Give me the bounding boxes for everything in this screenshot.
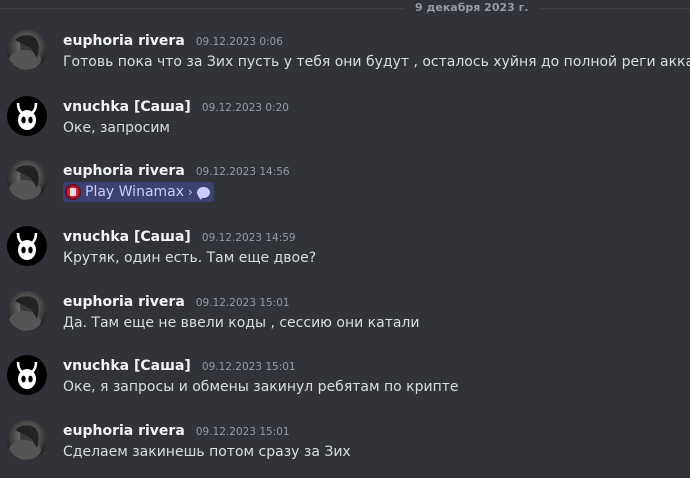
avatar-hollow-knight-icon[interactable]	[7, 355, 47, 395]
chevron-right-icon: ›	[188, 185, 193, 199]
message: euphoria rivera 09.12.2023 0:06 Готовь п…	[0, 30, 690, 86]
message: euphoria rivera 09.12.2023 15:01 Да. Там…	[0, 291, 690, 347]
chat-bubble-icon	[196, 186, 210, 200]
winamax-icon	[65, 184, 81, 200]
message-timestamp: 09.12.2023 14:56	[195, 166, 290, 178]
message-timestamp: 09.12.2023 0:20	[201, 102, 289, 114]
channel-mention-link[interactable]: Play Winamax ›	[63, 182, 214, 202]
avatar-photo-icon[interactable]	[7, 30, 47, 70]
message-author[interactable]: euphoria rivera	[63, 423, 185, 439]
chat-messages: 9 декабря 2023 г. euphoria rivera 09.12.…	[0, 0, 690, 478]
message-author[interactable]: vnuchka [Саша]	[63, 229, 191, 245]
message: vnuchka [Саша] 09.12.2023 14:59 Крутяк, …	[0, 226, 690, 282]
avatar-photo-icon[interactable]	[7, 291, 47, 331]
message-content: Да. Там еще не ввели коды , сессию они к…	[63, 315, 420, 331]
message-author[interactable]: vnuchka [Саша]	[63, 358, 191, 374]
message-timestamp: 09.12.2023 0:06	[195, 36, 283, 48]
message-author[interactable]: euphoria rivera	[63, 163, 185, 179]
message-timestamp: 09.12.2023 15:01	[195, 426, 290, 438]
message-author[interactable]: euphoria rivera	[63, 33, 185, 49]
avatar-photo-icon[interactable]	[7, 420, 47, 460]
date-divider: 9 декабря 2023 г.	[0, 1, 690, 15]
message-content: Сделаем закинешь потом сразу за Зих	[63, 444, 351, 460]
message-timestamp: 09.12.2023 15:01	[201, 361, 296, 373]
message-content: Оке, я запросы и обмены закинул ребятам …	[63, 379, 459, 395]
message-content: Крутяк, один есть. Там еще двое?	[63, 250, 317, 266]
avatar-hollow-knight-icon[interactable]	[7, 96, 47, 136]
message: vnuchka [Саша] 09.12.2023 0:20 Оке, запр…	[0, 96, 690, 152]
message-author[interactable]: vnuchka [Саша]	[63, 99, 191, 115]
avatar-photo-icon[interactable]	[7, 160, 47, 200]
avatar-hollow-knight-icon[interactable]	[7, 226, 47, 266]
message-timestamp: 09.12.2023 14:59	[201, 232, 296, 244]
channel-mention-label: Play Winamax	[85, 184, 185, 200]
message: euphoria rivera 09.12.2023 14:56 Play Wi…	[0, 160, 690, 216]
message: vnuchka [Саша] 09.12.2023 15:01 Оке, я з…	[0, 355, 690, 411]
message: euphoria rivera 09.12.2023 15:01 Сделаем…	[0, 420, 690, 476]
message-author[interactable]: euphoria rivera	[63, 294, 185, 310]
message-content: Оке, запросим	[63, 120, 170, 136]
message-content: Готовь пока что за Зих пусть у тебя они …	[63, 54, 690, 70]
message-timestamp: 09.12.2023 15:01	[195, 297, 290, 309]
date-divider-label: 9 декабря 2023 г.	[405, 1, 539, 15]
